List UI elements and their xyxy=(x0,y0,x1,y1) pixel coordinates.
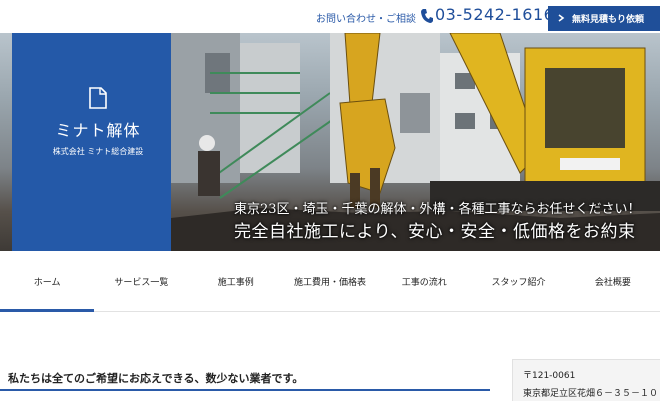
nav-item-works[interactable]: 施工事例 xyxy=(189,251,283,311)
phone-icon xyxy=(421,9,433,23)
company-name: 株式会社 ミナト総合建設 xyxy=(52,147,144,156)
address-text: 東京都足立区花畑６－３５－１０ xyxy=(523,389,659,399)
hero-banner: ミナト解体 株式会社 ミナト総合建設 東京23区・埼玉・千葉の解体・外構・各種工… xyxy=(0,33,660,251)
nav-item-pricing[interactable]: 施工費用・価格表 xyxy=(283,251,377,311)
contact-label: お問い合わせ・ご相談 xyxy=(316,14,416,25)
heading-underline xyxy=(0,389,490,391)
logo-panel[interactable] xyxy=(12,33,171,251)
free-estimate-button[interactable]: 無料見積もり依頼 xyxy=(548,6,660,31)
phone-number[interactable]: 03-5242-1616 xyxy=(435,5,554,24)
document-icon xyxy=(89,87,107,109)
hero-tagline-service-area: 東京23区・埼玉・千葉の解体・外構・各種工事ならお任せください！ xyxy=(234,202,641,217)
nav-item-process[interactable]: 工事の流れ xyxy=(377,251,471,311)
top-bar: お問い合わせ・ご相談 03-5242-1616 無料見積もり依頼 xyxy=(0,0,660,33)
postal-code: 〒121-0061 xyxy=(523,371,576,381)
nav-item-company[interactable]: 会社概要 xyxy=(566,251,660,311)
nav-item-services[interactable]: サービス一覧 xyxy=(94,251,188,311)
hero-tagline-promise: 完全自社施工により、安心・安全・低価格をお約束 xyxy=(234,222,636,242)
brand-name: ミナト解体 xyxy=(55,121,141,140)
nav-item-staff[interactable]: スタッフ紹介 xyxy=(471,251,565,311)
main-navigation: ホーム サービス一覧 施工事例 施工費用・価格表 工事の流れ スタッフ紹介 会社… xyxy=(0,251,660,312)
free-estimate-label: 無料見積もり依頼 xyxy=(571,15,644,25)
lead-heading: 私たちは全てのご希望にお応えできる、数少ない業者です。 xyxy=(8,372,304,385)
nav-item-home[interactable]: ホーム xyxy=(0,251,95,312)
chevron-right-icon xyxy=(558,14,565,22)
